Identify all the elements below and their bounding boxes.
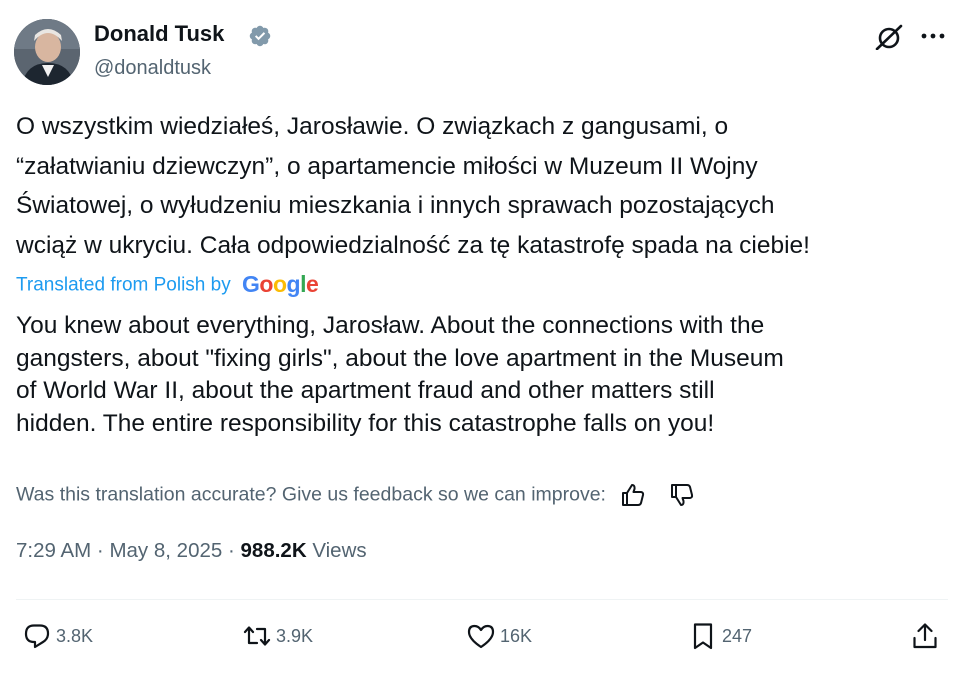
google-logo-letter: G bbox=[242, 271, 260, 297]
like-count: 16K bbox=[500, 625, 533, 646]
google-logo-letter: e bbox=[305, 271, 319, 297]
google-logo-letter: o bbox=[272, 271, 287, 297]
avatar[interactable] bbox=[14, 19, 80, 85]
divider bbox=[16, 599, 948, 600]
verified-badge-icon bbox=[248, 24, 272, 48]
google-logo-letter: g bbox=[286, 271, 301, 297]
post-translation-text: You knew about everything, Jarosław. Abo… bbox=[16, 312, 784, 437]
translated-from-label: Translated from Polish by bbox=[16, 274, 231, 296]
thumbs-down-icon[interactable] bbox=[669, 482, 695, 508]
bookmark-count: 247 bbox=[722, 625, 753, 646]
repost-icon bbox=[243, 626, 271, 646]
share-icon bbox=[913, 623, 937, 649]
google-logo-letter: o bbox=[259, 271, 273, 297]
share-button[interactable] bbox=[910, 620, 944, 652]
views-count: 988.2K bbox=[240, 539, 307, 562]
grok-icon[interactable] bbox=[874, 24, 906, 51]
views-label: Views bbox=[312, 539, 367, 562]
post-meta: 7:29 AM · May 8, 2025 · 988.2K Views bbox=[16, 539, 367, 563]
reply-count: 3.8K bbox=[56, 625, 94, 646]
post-time[interactable]: 7:29 AM bbox=[16, 539, 91, 562]
author-handle[interactable]: @donaldtusk bbox=[94, 57, 211, 80]
bookmark-icon bbox=[693, 623, 713, 650]
thumbs-up-icon[interactable] bbox=[620, 482, 646, 508]
translation-feedback-row: Was this translation accurate? Give us f… bbox=[16, 482, 695, 512]
like-icon bbox=[467, 624, 495, 649]
google-logo: Google bbox=[242, 271, 319, 298]
reply-icon bbox=[24, 624, 50, 649]
bookmark-button[interactable]: 247 bbox=[688, 620, 752, 652]
post-original-text: O wszystkim wiedziałeś, Jarosławie. O zw… bbox=[16, 113, 810, 259]
author-display-name[interactable]: Donald Tusk bbox=[94, 21, 224, 47]
meta-separator: · bbox=[96, 539, 104, 562]
translation-feedback-prompt: Was this translation accurate? Give us f… bbox=[16, 483, 606, 506]
translation-attribution-link[interactable]: Translated from Polish by Google bbox=[16, 271, 319, 302]
like-button[interactable]: 16K bbox=[466, 620, 532, 652]
repost-button[interactable]: 3.9K bbox=[242, 620, 313, 652]
more-icon[interactable] bbox=[918, 26, 948, 46]
meta-separator: · bbox=[227, 539, 235, 562]
repost-count: 3.9K bbox=[276, 625, 314, 646]
post-date[interactable]: May 8, 2025 bbox=[109, 539, 222, 562]
reply-button[interactable]: 3.8K bbox=[22, 620, 93, 652]
